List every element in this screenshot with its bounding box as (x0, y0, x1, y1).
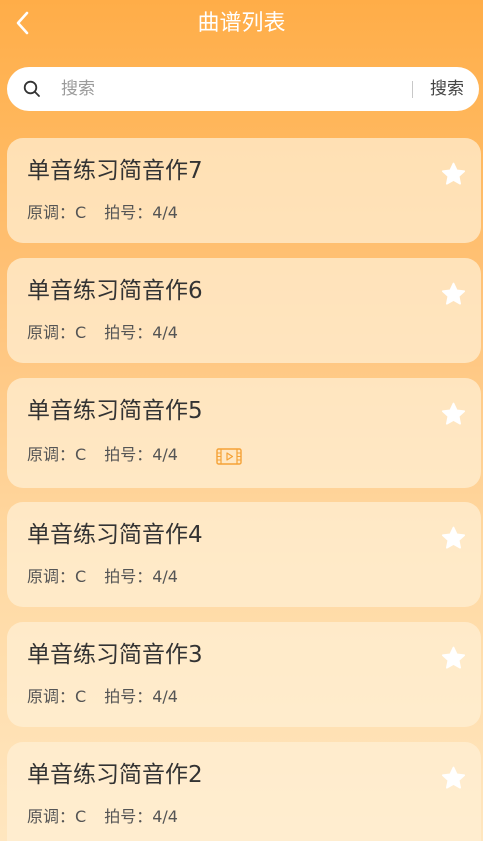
score-card[interactable]: 单音练习简音作6 原调：C 拍号：4/4 (7, 258, 481, 363)
score-list: 单音练习简音作7 原调：C 拍号：4/4 单音练习简音作6 原调：C 拍号：4/4 … (0, 0, 483, 841)
key-label: 原调： (27, 687, 76, 706)
key-value: C (75, 567, 87, 586)
beat-label: 拍号： (104, 567, 153, 586)
beat-label: 拍号： (104, 203, 153, 222)
beat-label: 拍号： (104, 323, 153, 342)
beat-value: 4/4 (152, 323, 178, 342)
beat-value: 4/4 (152, 687, 178, 706)
key-value: C (75, 445, 87, 464)
score-card[interactable]: 单音练习简音作5 原调：C 拍号：4/4 (7, 378, 481, 488)
score-title: 单音练习简音作2 (27, 762, 203, 788)
key-label: 原调： (27, 445, 76, 464)
video-icon (216, 448, 242, 465)
score-title: 单音练习简音作3 (27, 642, 203, 668)
star-icon[interactable] (440, 281, 467, 308)
star-icon[interactable] (440, 401, 467, 428)
beat-value: 4/4 (152, 203, 178, 222)
score-title: 单音练习简音作6 (27, 278, 203, 304)
score-title: 单音练习简音作5 (27, 398, 203, 424)
score-card[interactable]: 单音练习简音作3 原调：C 拍号：4/4 (7, 622, 481, 727)
score-card[interactable]: 单音练习简音作7 原调：C 拍号：4/4 (7, 138, 481, 243)
key-value: C (75, 687, 87, 706)
beat-label: 拍号： (104, 687, 153, 706)
score-card[interactable]: 单音练习简音作2 原调：C 拍号：4/4 (7, 742, 481, 841)
score-title: 单音练习简音作4 (27, 522, 203, 548)
score-card[interactable]: 单音练习简音作4 原调：C 拍号：4/4 (7, 502, 481, 607)
score-meta: 原调：C 拍号：4/4 (27, 806, 178, 828)
star-icon[interactable] (440, 161, 467, 188)
beat-value: 4/4 (152, 567, 178, 586)
score-meta: 原调：C 拍号：4/4 (27, 566, 178, 588)
star-icon[interactable] (440, 525, 467, 552)
score-meta: 原调：C 拍号：4/4 (27, 686, 178, 708)
beat-label: 拍号： (104, 445, 153, 464)
key-label: 原调： (27, 203, 76, 222)
beat-value: 4/4 (152, 807, 178, 826)
beat-label: 拍号： (104, 807, 153, 826)
key-value: C (75, 807, 87, 826)
beat-value: 4/4 (152, 445, 178, 464)
score-meta: 原调：C 拍号：4/4 (27, 444, 178, 466)
star-icon[interactable] (440, 765, 467, 792)
key-label: 原调： (27, 567, 76, 586)
key-label: 原调： (27, 807, 76, 826)
score-meta: 原调：C 拍号：4/4 (27, 322, 178, 344)
star-icon[interactable] (440, 645, 467, 672)
key-label: 原调： (27, 323, 76, 342)
score-meta: 原调：C 拍号：4/4 (27, 202, 178, 224)
score-title: 单音练习简音作7 (27, 158, 203, 184)
key-value: C (75, 323, 87, 342)
key-value: C (75, 203, 87, 222)
